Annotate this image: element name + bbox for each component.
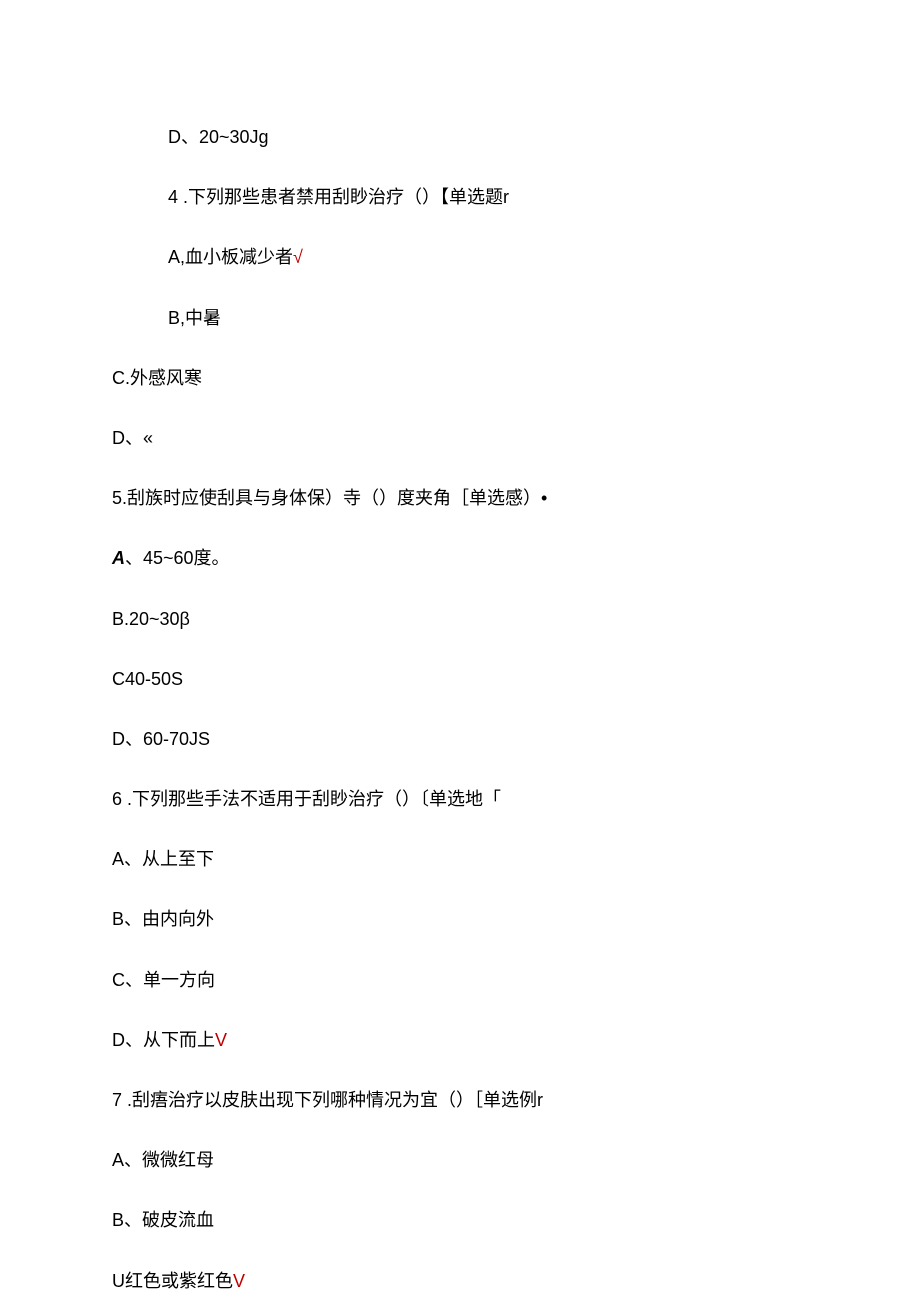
text-line: D、« bbox=[112, 426, 840, 451]
text-line: C40-50S bbox=[112, 667, 840, 692]
text-line: B.20~30β bbox=[112, 607, 840, 632]
text-line: A、从上至下 bbox=[112, 847, 840, 872]
text-span: A bbox=[112, 548, 125, 568]
text-line: B,中暑 bbox=[112, 306, 840, 331]
text-span: D、从下而上 bbox=[112, 1030, 215, 1050]
answer-mark: V bbox=[215, 1030, 227, 1050]
text-span: A,血小板减少者 bbox=[168, 247, 293, 267]
answer-mark: √ bbox=[293, 247, 303, 267]
text-line: A,血小板减少者√ bbox=[112, 245, 840, 270]
text-line: C、单一方向 bbox=[112, 968, 840, 993]
text-span: U红色或紫红色 bbox=[112, 1271, 233, 1291]
text-span: 、45~60度。 bbox=[125, 548, 230, 568]
text-line: 6 .下列那些手法不适用于刮眇治疗（）〔单选地「 bbox=[112, 787, 840, 812]
document-body: D、20~30Jg 4 .下列那些患者禁用刮眇治疗（）【单选题r A,血小板减少者√… bbox=[112, 125, 840, 1294]
text-line: A、45~60度。 bbox=[112, 546, 840, 571]
text-line: U红色或紫红色V bbox=[112, 1269, 840, 1294]
text-line: D、从下而上V bbox=[112, 1028, 840, 1053]
text-line: C.外感风寒 bbox=[112, 366, 840, 391]
text-line: B、破皮流血 bbox=[112, 1208, 840, 1233]
text-line: 7 .刮痦治疗以皮肤出现下列哪种情况为宜（）［单选例r bbox=[112, 1088, 840, 1113]
answer-mark: V bbox=[233, 1271, 245, 1291]
text-line: D、60-70JS bbox=[112, 727, 840, 752]
text-line: D、20~30Jg bbox=[112, 125, 840, 150]
text-span: 4 .下列那些患者禁用刮眇治疗（）【单选题r bbox=[168, 187, 509, 207]
text-line: A、微微红母 bbox=[112, 1148, 840, 1173]
text-line: 5.刮族时应使刮具与身体保）寺（）度夹角［单选感）• bbox=[112, 486, 840, 511]
text-line: B、由内向外 bbox=[112, 907, 840, 932]
text-line: 4 .下列那些患者禁用刮眇治疗（）【单选题r bbox=[112, 185, 840, 210]
